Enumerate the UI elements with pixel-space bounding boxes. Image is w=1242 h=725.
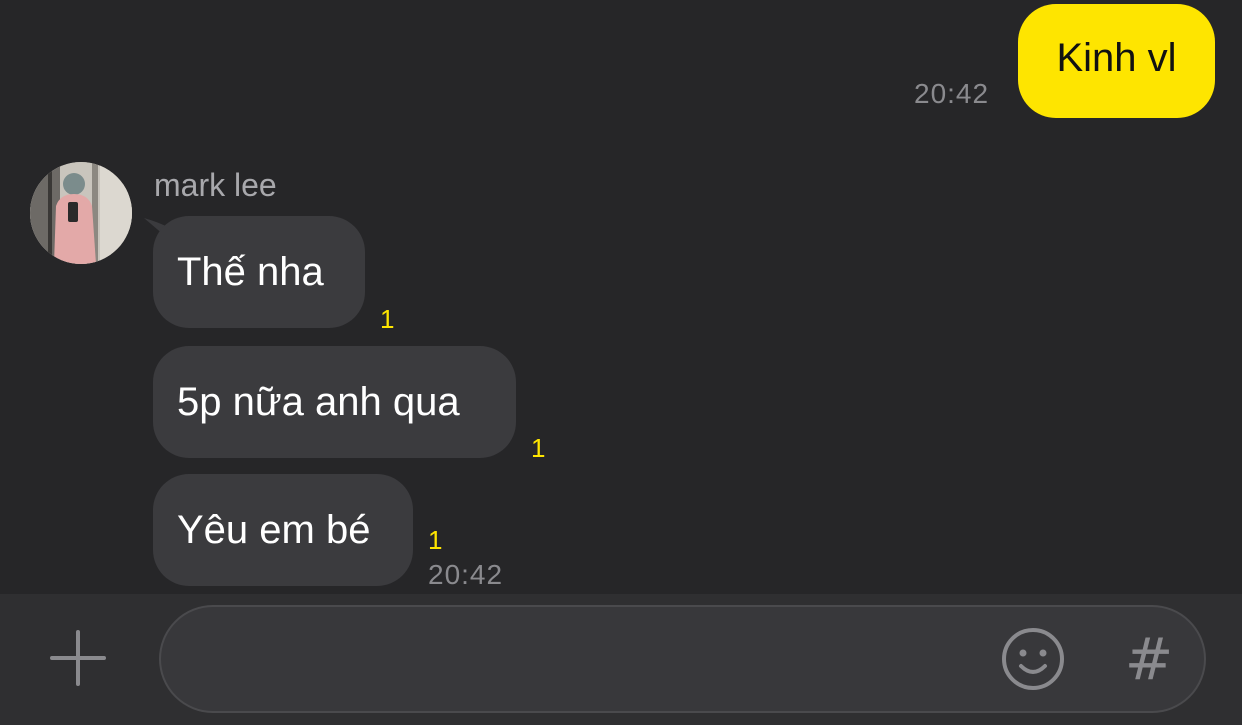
incoming-message-bubble[interactable]: Yêu em bé: [153, 474, 413, 586]
outgoing-message-text: Kinh vl: [1056, 35, 1177, 80]
incoming-message-bubble[interactable]: Thế nha: [153, 216, 365, 328]
chat-area: 20:42 Kinh vl mark lee Thế nha 1 5p nữa …: [0, 0, 1242, 594]
incoming-message-text: Thế nha: [177, 249, 324, 294]
incoming-message-text: Yêu em bé: [177, 507, 371, 552]
plus-icon: [50, 630, 106, 686]
unread-count: 1: [428, 525, 443, 555]
hashtag-button[interactable]: #: [1121, 625, 1177, 693]
emoji-button[interactable]: [999, 625, 1067, 693]
incoming-timestamp: 20:42: [428, 559, 504, 590]
outgoing-timestamp: 20:42: [914, 78, 990, 109]
smiley-icon: [1002, 628, 1064, 690]
attach-plus-button[interactable]: [44, 624, 112, 692]
avatar[interactable]: [30, 162, 132, 264]
unread-count: 1: [531, 433, 546, 463]
message-field[interactable]: #: [159, 605, 1206, 713]
message-input[interactable]: [191, 627, 995, 693]
profile-photo-icon: [30, 162, 132, 264]
sender-name: mark lee: [154, 167, 277, 203]
unread-count: 1: [380, 304, 395, 334]
incoming-message-text: 5p nữa anh qua: [177, 379, 460, 424]
incoming-message-bubble[interactable]: 5p nữa anh qua: [153, 346, 516, 458]
outgoing-message-bubble[interactable]: Kinh vl: [1018, 4, 1215, 118]
message-input-bar: #: [0, 594, 1242, 725]
